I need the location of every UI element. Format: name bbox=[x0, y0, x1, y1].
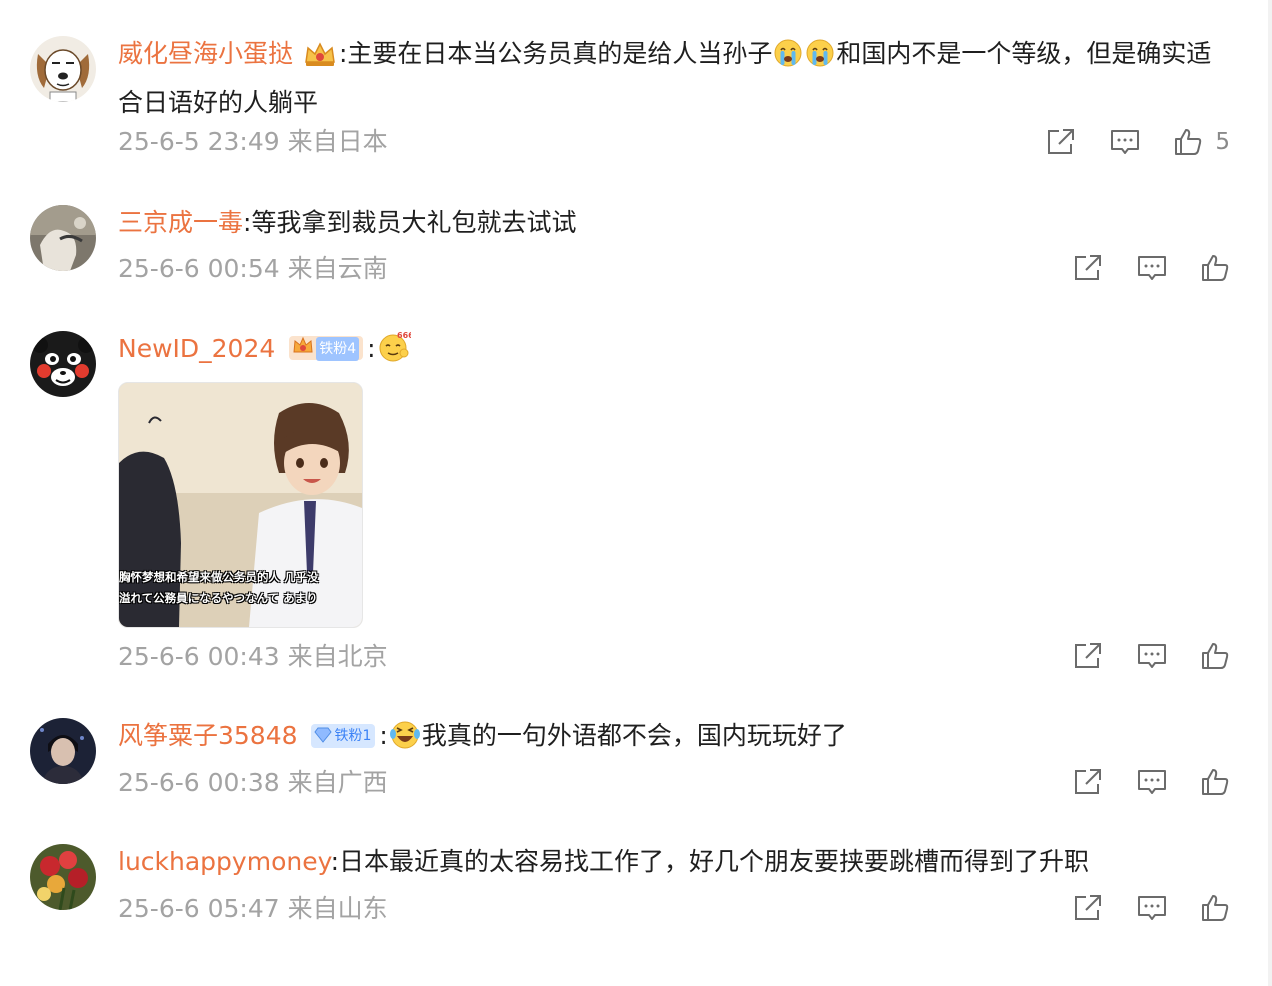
comment-content: 威化昼海小蛋挞 :主要在日本当公务员真的是给人当孙子 和国内不是一个等级，但是确… bbox=[118, 32, 1222, 124]
share-icon bbox=[1075, 255, 1101, 280]
share-button[interactable] bbox=[1072, 893, 1104, 923]
like-button[interactable] bbox=[1200, 767, 1230, 797]
comment-text: : bbox=[367, 334, 376, 363]
share-icon bbox=[1048, 129, 1075, 154]
avatar[interactable] bbox=[30, 844, 96, 910]
dog-avatar-icon bbox=[30, 36, 96, 102]
comment-content: 风筝粟子35848 铁粉1 : 我真的一句外语都不会，国内玩玩好了 bbox=[118, 714, 1222, 763]
like-button[interactable]: 5 bbox=[1173, 127, 1230, 157]
comment-actions bbox=[1040, 638, 1230, 674]
username-link[interactable]: NewID_2024 bbox=[118, 334, 275, 363]
comment-time: 25-6-6 05:47 bbox=[118, 894, 280, 923]
comment-meta: 25-6-6 05:47 来自山东 bbox=[118, 891, 388, 927]
comment-meta: 25-6-6 00:43 来自北京 bbox=[118, 639, 388, 675]
666-emoji-icon: 666 bbox=[377, 329, 414, 376]
comment-meta: 25-6-5 23:49 来自日本 bbox=[118, 124, 388, 160]
like-button[interactable] bbox=[1200, 893, 1230, 923]
share-icon bbox=[1075, 769, 1101, 794]
like-icon bbox=[1202, 769, 1229, 795]
comment-text: :等我拿到裁员大礼包就去试试 bbox=[243, 208, 577, 237]
like-button[interactable] bbox=[1200, 253, 1230, 283]
comment-text-continued: 我真的一句外语都不会，国内玩玩好了 bbox=[421, 721, 847, 750]
comment-meta: 25-6-6 00:38 来自广西 bbox=[118, 765, 388, 801]
share-button[interactable] bbox=[1072, 253, 1104, 283]
comment-actions bbox=[1040, 250, 1230, 286]
username-link[interactable]: luckhappymoney bbox=[118, 847, 331, 876]
reply-button[interactable] bbox=[1136, 767, 1168, 797]
crown-badge-icon[interactable] bbox=[302, 38, 338, 81]
reply-button[interactable] bbox=[1109, 127, 1141, 157]
kumamon-avatar-icon bbox=[30, 331, 96, 397]
like-icon bbox=[1202, 255, 1229, 281]
share-button[interactable] bbox=[1045, 127, 1077, 157]
photo-avatar-icon bbox=[30, 205, 96, 271]
avatar[interactable] bbox=[30, 718, 96, 784]
comment-content: luckhappymoney:日本最近真的太容易找工作了，好几个朋友要挟要跳槽而… bbox=[118, 840, 1222, 883]
comment-time: 25-6-6 00:38 bbox=[118, 768, 280, 797]
fan-badge[interactable]: 铁粉4 bbox=[289, 336, 364, 361]
comment-actions bbox=[1040, 890, 1230, 926]
crying-emoji-icon bbox=[805, 38, 835, 81]
comment-actions: 5 bbox=[1013, 124, 1230, 160]
share-icon bbox=[1075, 643, 1101, 668]
comment-content: NewID_2024 铁粉4 : 666 bbox=[118, 327, 1222, 376]
crying-emoji-icon bbox=[773, 38, 803, 81]
comment-text: :日本最近真的太容易找工作了，好几个朋友要挟要跳槽而得到了升职 bbox=[330, 847, 1089, 876]
subtitle-japanese: 溢れて公務員になるやつなんて あまり bbox=[119, 591, 318, 605]
comment-image[interactable]: 胸怀梦想和希望来做公务员的人 几乎没 溢れて公務員になるやつなんて あまり bbox=[118, 382, 363, 628]
share-icon bbox=[1075, 895, 1101, 920]
avatar[interactable] bbox=[30, 36, 96, 102]
username-link[interactable]: 威化昼海小蛋挞 bbox=[118, 39, 293, 68]
subtitle-chinese: 胸怀梦想和希望来做公务员的人 几乎没 bbox=[119, 570, 319, 584]
comment-location: 来自云南 bbox=[287, 254, 388, 283]
like-button[interactable] bbox=[1200, 641, 1230, 671]
fan-badge[interactable]: 铁粉1 bbox=[311, 724, 376, 751]
diamond-badge-icon bbox=[314, 727, 333, 751]
like-icon bbox=[1202, 643, 1229, 669]
comment-location: 来自日本 bbox=[287, 127, 388, 156]
fan-badge-label: 铁粉1 bbox=[334, 728, 372, 744]
avatar[interactable] bbox=[30, 205, 96, 271]
comment-text: :主要在日本当公务员真的是给人当孙子 bbox=[338, 39, 773, 68]
comment-icon bbox=[1138, 896, 1166, 920]
reply-button[interactable] bbox=[1136, 641, 1168, 671]
like-count: 5 bbox=[1215, 129, 1230, 155]
avatar[interactable] bbox=[30, 331, 96, 397]
comment-time: 25-6-6 00:43 bbox=[118, 642, 280, 671]
portrait-avatar-icon bbox=[30, 718, 96, 784]
svg-text:666: 666 bbox=[397, 331, 411, 340]
fan-badge-label: 铁粉4 bbox=[316, 337, 360, 361]
share-button[interactable] bbox=[1072, 641, 1104, 671]
flowers-avatar-icon bbox=[30, 844, 96, 910]
scrollbar[interactable] bbox=[1268, 0, 1272, 986]
comment-content: 三京成一毒:等我拿到裁员大礼包就去试试 bbox=[118, 201, 1222, 244]
share-button[interactable] bbox=[1072, 767, 1104, 797]
comment-icon bbox=[1138, 256, 1166, 280]
username-link[interactable]: 风筝粟子35848 bbox=[118, 721, 298, 750]
comment-text: : bbox=[379, 721, 388, 750]
like-icon bbox=[1175, 129, 1202, 155]
comment-icon bbox=[1138, 644, 1166, 668]
comment-meta: 25-6-6 00:54 来自云南 bbox=[118, 251, 388, 287]
comment-time: 25-6-5 23:49 bbox=[118, 127, 280, 156]
reply-button[interactable] bbox=[1136, 893, 1168, 923]
username-link[interactable]: 三京成一毒 bbox=[118, 208, 243, 237]
comment-location: 来自山东 bbox=[287, 894, 388, 923]
crown-badge-icon bbox=[292, 336, 314, 364]
comment-actions bbox=[1040, 764, 1230, 800]
like-icon bbox=[1202, 895, 1229, 921]
laughing-tears-emoji-icon bbox=[389, 720, 421, 763]
comment-time: 25-6-6 00:54 bbox=[118, 254, 280, 283]
comment-icon bbox=[1138, 770, 1166, 794]
comment-location: 来自北京 bbox=[287, 642, 388, 671]
reply-button[interactable] bbox=[1136, 253, 1168, 283]
comment-icon bbox=[1111, 130, 1140, 154]
comment-location: 来自广西 bbox=[287, 768, 388, 797]
